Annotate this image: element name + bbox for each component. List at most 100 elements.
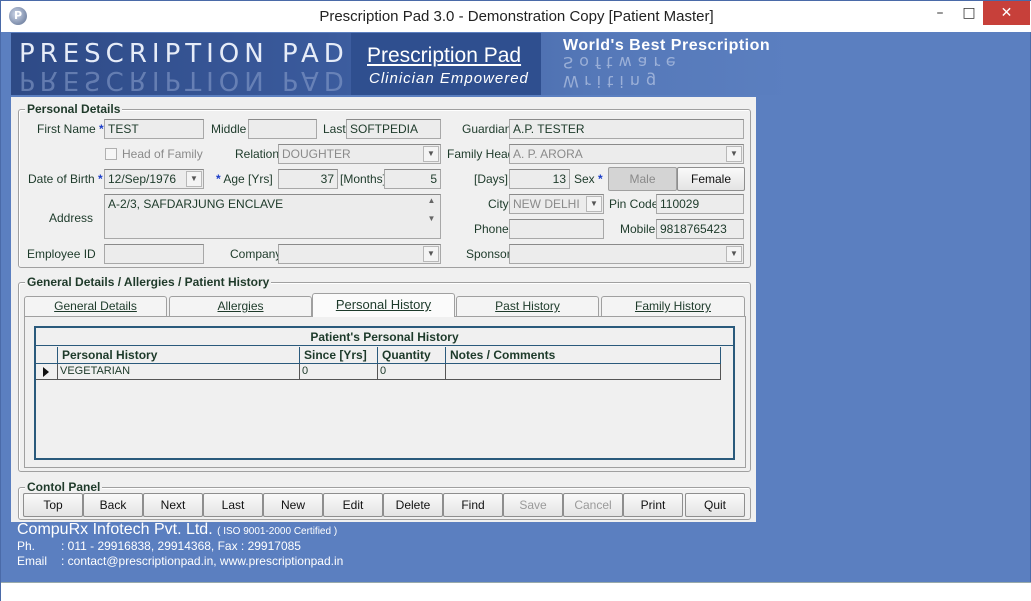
- table-cell-quantity[interactable]: 0: [378, 364, 446, 380]
- age-years-field[interactable]: 37: [278, 169, 338, 189]
- banner: PRESCRIPTION PAD 3.0 PRESCRIPTION PAD 3.…: [11, 33, 791, 95]
- column-header-quantity[interactable]: Quantity: [378, 347, 446, 364]
- city-dropdown[interactable]: NEW DELHI ▼: [509, 194, 604, 214]
- relation-dropdown[interactable]: DOUGHTER ▼: [278, 144, 441, 164]
- maximize-button[interactable]: □: [955, 1, 983, 25]
- relation-value: DOUGHTER: [282, 147, 351, 161]
- guardian-label: Guardian: [462, 122, 512, 136]
- chevron-down-icon[interactable]: ▼: [423, 246, 439, 262]
- personal-history-grid[interactable]: Patient's Personal History Personal Hist…: [34, 326, 735, 460]
- save-button[interactable]: Save: [503, 493, 563, 517]
- row-header-cell: [36, 347, 58, 364]
- find-button[interactable]: Find: [443, 493, 503, 517]
- new-button[interactable]: New: [263, 493, 323, 517]
- minimize-button[interactable]: –: [925, 1, 955, 25]
- email-caption: Email: [17, 554, 48, 568]
- column-header-notes[interactable]: Notes / Comments: [446, 347, 721, 364]
- footer-company: CompuRx Infotech Pvt. Ltd. ( ISO 9001-20…: [17, 521, 337, 539]
- city-value: NEW DELHI: [513, 197, 580, 211]
- edit-button[interactable]: Edit: [323, 493, 383, 517]
- delete-button[interactable]: Delete: [383, 493, 443, 517]
- email-address: : contact@prescriptionpad.in, www.prescr…: [61, 554, 344, 568]
- quit-button[interactable]: Quit: [685, 493, 745, 517]
- address-label: Address: [49, 211, 94, 225]
- age-years-label: * Age [Yrs]: [216, 172, 273, 186]
- last-button[interactable]: Last: [203, 493, 263, 517]
- banner-product-name: Prescription Pad: [367, 44, 522, 67]
- current-row-arrow-icon: [43, 367, 49, 377]
- head-of-family-checkbox[interactable]: [105, 148, 117, 160]
- general-details-title: General Details / Allergies / Patient Hi…: [25, 275, 272, 289]
- company-label: Company: [230, 247, 282, 261]
- phone-caption: Ph.: [17, 539, 36, 553]
- tab-family-history[interactable]: Family History: [601, 296, 745, 317]
- window-title: Prescription Pad 3.0 - Demonstration Cop…: [319, 8, 714, 25]
- application-window: P Prescription Pad 3.0 - Demonstration C…: [0, 0, 1031, 601]
- chevron-down-icon[interactable]: ▼: [726, 146, 742, 162]
- age-months-field[interactable]: 5: [384, 169, 441, 189]
- print-button[interactable]: Print: [623, 493, 683, 517]
- table-cell-notes[interactable]: [446, 364, 721, 380]
- employee-id-field[interactable]: [104, 244, 204, 264]
- tab-allergies[interactable]: Allergies: [169, 296, 312, 317]
- middle-name-field[interactable]: [248, 119, 317, 139]
- back-button[interactable]: Back: [83, 493, 143, 517]
- phone-field[interactable]: [509, 219, 604, 239]
- next-button[interactable]: Next: [143, 493, 203, 517]
- address-value: A-2/3, SAFDARJUNG ENCLAVE: [108, 197, 284, 211]
- mobile-field[interactable]: 9818765423: [656, 219, 744, 239]
- table-cell-since[interactable]: 0: [300, 364, 378, 380]
- address-textarea[interactable]: A-2/3, SAFDARJUNG ENCLAVE ▲ ▼: [104, 194, 441, 239]
- cancel-button[interactable]: Cancel: [563, 493, 623, 517]
- age-days-field[interactable]: 13: [509, 169, 570, 189]
- dob-picker[interactable]: 12/Sep/1976 ▼: [104, 169, 204, 189]
- first-name-label: First Name *: [37, 122, 104, 136]
- title-bar[interactable]: P Prescription Pad 3.0 - Demonstration C…: [1, 1, 1031, 32]
- phone-numbers: : 011 - 29916838, 29914368, Fax : 299170…: [61, 539, 301, 553]
- chevron-down-icon[interactable]: ▼: [423, 146, 439, 162]
- tab-past-history[interactable]: Past History: [456, 296, 599, 317]
- row-indicator[interactable]: [36, 364, 58, 380]
- company-dropdown[interactable]: ▼: [278, 244, 441, 264]
- guardian-field[interactable]: A.P. TESTER: [509, 119, 744, 139]
- column-header-since[interactable]: Since [Yrs]: [300, 347, 378, 364]
- last-name-field[interactable]: SOFTPEDIA: [346, 119, 441, 139]
- top-button[interactable]: Top: [23, 493, 83, 517]
- iso-certification: ( ISO 9001-2000 Certified ): [217, 526, 338, 537]
- chevron-down-icon[interactable]: ▼: [186, 171, 202, 187]
- control-panel-title: Contol Panel: [25, 480, 103, 494]
- tab-general-details[interactable]: General Details: [24, 296, 167, 317]
- male-toggle-button[interactable]: Male: [608, 167, 677, 191]
- chevron-down-icon[interactable]: ▼: [586, 196, 602, 212]
- first-name-field[interactable]: TEST: [104, 119, 204, 139]
- months-label: [Months]: [340, 172, 387, 186]
- column-header-history[interactable]: Personal History: [58, 347, 300, 364]
- company-name: CompuRx Infotech Pvt. Ltd.: [17, 521, 213, 538]
- personal-details-title: Personal Details: [25, 102, 123, 116]
- grid-title: Patient's Personal History: [36, 328, 733, 346]
- tab-personal-history[interactable]: Personal History: [312, 293, 455, 317]
- phone-label: Phone: [474, 222, 509, 236]
- pin-code-field[interactable]: 110029: [656, 194, 744, 214]
- female-toggle-button[interactable]: Female: [677, 167, 745, 191]
- head-of-family-label: Head of Family: [122, 147, 203, 161]
- chevron-down-icon[interactable]: ▼: [726, 246, 742, 262]
- employee-id-label: Employee ID: [27, 247, 96, 261]
- family-head-dropdown[interactable]: A. P. ARORA ▼: [509, 144, 744, 164]
- last-label: Last: [323, 122, 346, 136]
- close-button[interactable]: ✕: [983, 1, 1030, 25]
- middle-label: Middle: [211, 122, 247, 136]
- mobile-label: Mobile: [620, 222, 656, 236]
- city-label: City: [488, 197, 509, 211]
- banner-tagline: Clinician Empowered: [369, 70, 529, 87]
- table-cell-history[interactable]: VEGETARIAN: [58, 364, 300, 380]
- address-scrollbar[interactable]: ▲ ▼: [424, 196, 439, 237]
- footer-phone: Ph. : 011 - 29916838, 29914368, Fax : 299…: [17, 539, 301, 553]
- pin-code-label: Pin Code: [609, 197, 659, 211]
- sponsor-dropdown[interactable]: ▼: [509, 244, 744, 264]
- family-head-label: Family Head: [447, 147, 515, 161]
- days-label: [Days]: [474, 172, 509, 186]
- dob-value: 12/Sep/1976: [108, 172, 177, 186]
- banner-slogan-reflection: Writing Software: [563, 53, 682, 91]
- relation-label: Relation: [235, 147, 280, 161]
